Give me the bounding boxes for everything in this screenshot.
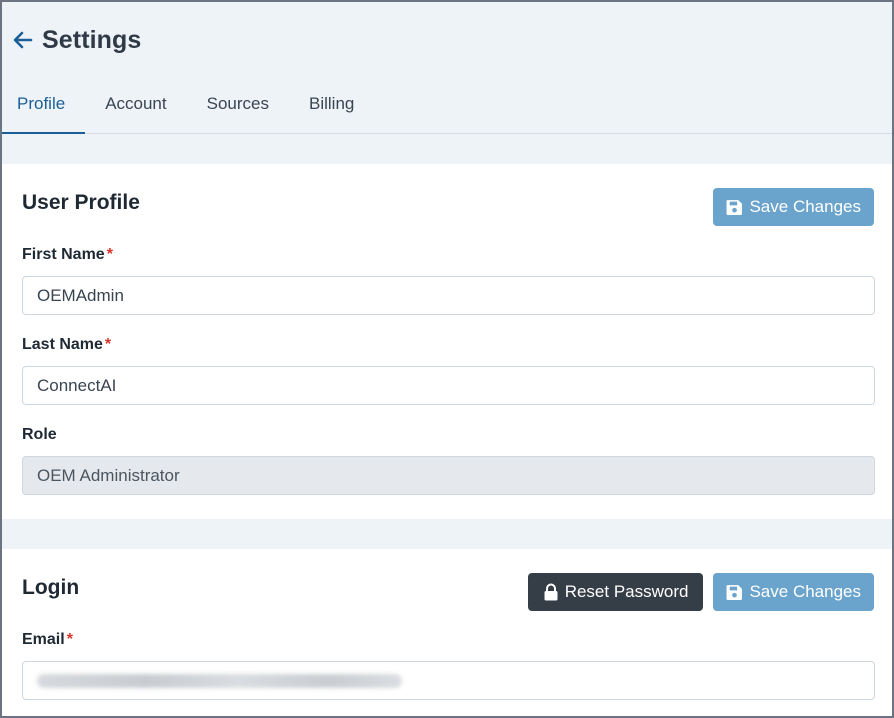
- profile-save-button[interactable]: Save Changes: [713, 188, 874, 226]
- login-save-label: Save Changes: [749, 582, 861, 601]
- tab-sources[interactable]: Sources: [187, 74, 289, 133]
- settings-window: Settings Profile Account Sources Billing…: [0, 0, 894, 718]
- floppy-disk-icon: [727, 199, 743, 215]
- reset-password-button[interactable]: Reset Password: [527, 573, 704, 611]
- login-card: Login Reset Password Save Changes Email …: [2, 549, 892, 716]
- redacted-email: [37, 673, 402, 688]
- login-title: Login: [22, 576, 80, 599]
- last-name-label: Last Name *: [22, 336, 112, 353]
- first-name-value: OEMAdmin: [37, 285, 124, 305]
- last-name-input[interactable]: ConnectAI: [22, 366, 875, 405]
- arrow-left-icon[interactable]: [10, 27, 36, 53]
- required-mark: *: [104, 336, 112, 353]
- login-actions: Reset Password Save Changes: [527, 573, 874, 611]
- floppy-disk-icon: [727, 584, 743, 600]
- user-profile-card: User Profile Save Changes First Name * OE…: [2, 164, 892, 519]
- last-name-value: ConnectAI: [37, 375, 117, 395]
- first-name-input[interactable]: OEMAdmin: [22, 276, 875, 315]
- tab-profile[interactable]: Profile: [2, 74, 86, 134]
- role-label: Role: [22, 426, 57, 443]
- role-field: OEM Administrator: [22, 456, 875, 495]
- user-profile-header: User Profile Save Changes: [22, 188, 874, 226]
- lock-icon: [544, 583, 558, 601]
- email-field[interactable]: [22, 661, 875, 700]
- reset-password-label: Reset Password: [564, 582, 689, 601]
- tab-bar: Profile Account Sources Billing: [2, 78, 892, 134]
- first-name-label: First Name *: [22, 246, 113, 263]
- page-title: Settings: [42, 25, 142, 54]
- profile-save-label: Save Changes: [749, 197, 861, 216]
- login-save-button[interactable]: Save Changes: [713, 573, 874, 611]
- email-label: Email *: [22, 631, 73, 648]
- required-mark: *: [106, 246, 113, 263]
- user-profile-title: User Profile: [22, 191, 140, 214]
- role-value: OEM Administrator: [37, 465, 180, 485]
- required-mark: *: [66, 631, 73, 648]
- tab-account[interactable]: Account: [85, 74, 186, 133]
- tab-billing[interactable]: Billing: [289, 74, 374, 133]
- login-header: Login Reset Password Save Changes: [22, 573, 874, 611]
- page-header: Settings: [2, 2, 892, 78]
